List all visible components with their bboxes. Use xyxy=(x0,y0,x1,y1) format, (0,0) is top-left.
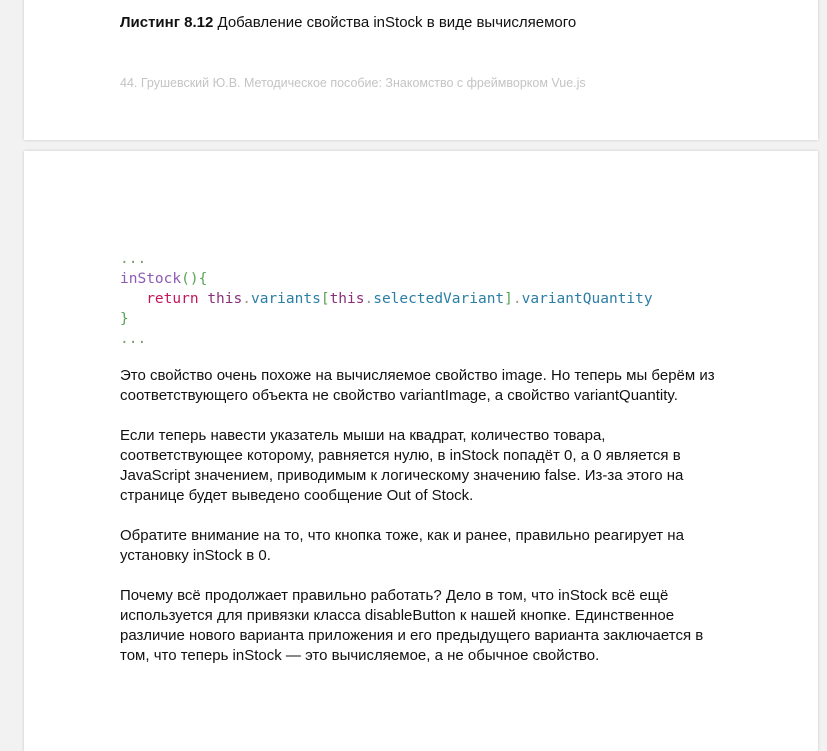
page-footer: 44. Грушевский Ю.В. Методическое пособие… xyxy=(120,76,586,90)
document-page-bottom: ... inStock(){ return this.variants[this.… xyxy=(24,151,818,751)
code-line-ellipsis-top: ... xyxy=(120,251,147,267)
code-keyword-this-2: this xyxy=(329,291,365,307)
code-bracket-close: ] xyxy=(504,291,513,307)
code-prop-variants: variants xyxy=(250,291,321,307)
code-dot-2: . xyxy=(364,291,374,307)
code-line-close-brace: } xyxy=(120,311,129,327)
document-page-top: Листинг 8.12 Добавление свойства inStock… xyxy=(24,0,818,140)
code-dot-3: . xyxy=(512,291,522,307)
listing-title: Добавление свойства inStock в виде вычис… xyxy=(213,14,577,31)
code-function-name: inStock xyxy=(120,271,182,287)
listing-label: Листинг 8.12 xyxy=(120,14,214,31)
code-line-function-header: inStock(){ xyxy=(120,269,653,289)
code-keyword-return: return xyxy=(146,291,199,307)
code-listing: ... inStock(){ return this.variants[this.… xyxy=(120,249,653,349)
paragraph-button-reaction: Обратите внимание на то, что кнопка тоже… xyxy=(120,527,684,564)
code-dot: . xyxy=(242,291,251,307)
code-keyword-this: this xyxy=(207,291,243,307)
code-prop-variant-quantity: variantQuantity xyxy=(521,291,653,307)
code-function-parens: (){ xyxy=(181,271,208,287)
code-bracket-open: [ xyxy=(320,291,330,307)
code-prop-selected-variant: selectedVariant xyxy=(373,291,505,307)
paragraph-hover-zero-stock: Если теперь навести указатель мыши на кв… xyxy=(120,427,684,504)
listing-caption: Листинг 8.12 Добавление свойства inStock… xyxy=(120,14,576,31)
code-line-ellipsis-bottom: ... xyxy=(120,331,147,347)
paragraph-why-works: Почему всё продолжает правильно работать… xyxy=(120,587,704,664)
paragraph-computed-property: Это свойство очень похоже на вычисляемое… xyxy=(120,367,715,404)
code-line-return: return this.variants[this.selectedVarian… xyxy=(120,289,653,309)
